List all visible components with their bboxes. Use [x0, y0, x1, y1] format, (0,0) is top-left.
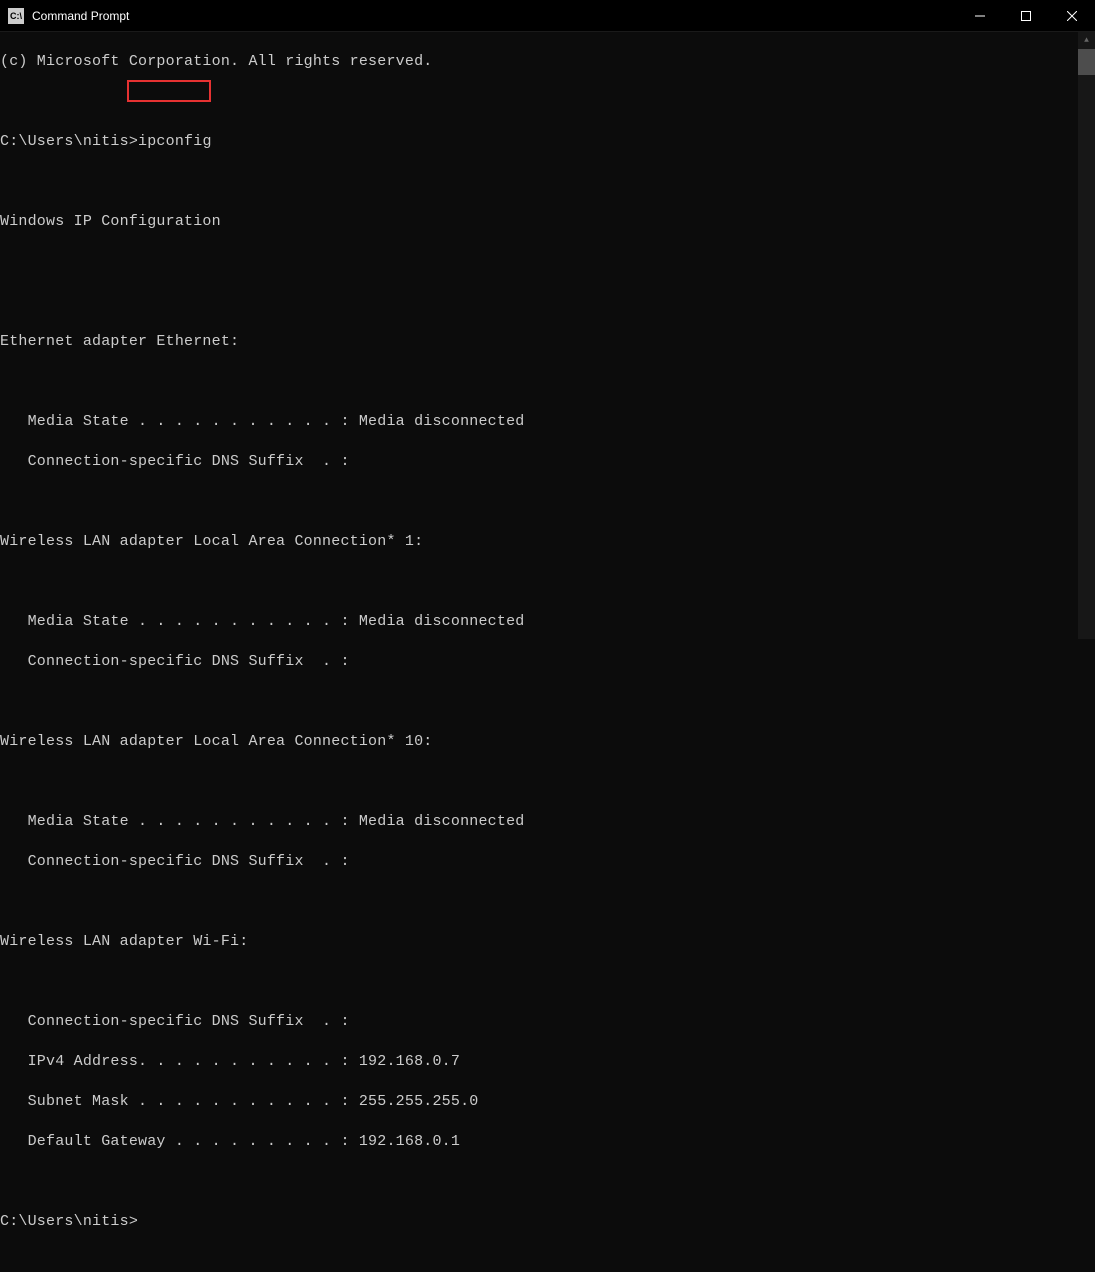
adapter-ethernet-media: Media State . . . . . . . . . . . : Medi… — [0, 412, 1078, 432]
prompt-ready: C:\Users\nitis> — [0, 1212, 1078, 1232]
vertical-scrollbar[interactable]: ▲ — [1078, 32, 1095, 639]
adapter-lac10-dns: Connection-specific DNS Suffix . : — [0, 852, 1078, 872]
maximize-icon — [1021, 11, 1031, 21]
copyright-line: (c) Microsoft Corporation. All rights re… — [0, 52, 1078, 72]
prompt-path: C:\Users\nitis> — [0, 133, 138, 150]
adapter-ethernet-title: Ethernet adapter Ethernet: — [0, 332, 1078, 352]
adapter-ethernet-dns: Connection-specific DNS Suffix . : — [0, 452, 1078, 472]
adapter-lac1-dns: Connection-specific DNS Suffix . : — [0, 652, 1078, 672]
maximize-button[interactable] — [1003, 0, 1049, 31]
ipconfig-header: Windows IP Configuration — [0, 212, 1078, 232]
window-controls — [957, 0, 1095, 31]
typed-command: ipconfig — [138, 133, 212, 150]
adapter-lac1-media: Media State . . . . . . . . . . . : Medi… — [0, 612, 1078, 632]
adapter-lac1-title: Wireless LAN adapter Local Area Connecti… — [0, 532, 1078, 552]
minimize-icon — [975, 11, 985, 21]
adapter-wifi-ipv4: IPv4 Address. . . . . . . . . . . : 192.… — [0, 1052, 1078, 1072]
scrollbar-thumb[interactable] — [1078, 49, 1095, 75]
adapter-lac10-media: Media State . . . . . . . . . . . : Medi… — [0, 812, 1078, 832]
adapter-wifi-title: Wireless LAN adapter Wi-Fi: — [0, 932, 1078, 952]
minimize-button[interactable] — [957, 0, 1003, 31]
titlebar[interactable]: C:\ Command Prompt — [0, 0, 1095, 32]
scroll-up-arrow-icon[interactable]: ▲ — [1078, 32, 1095, 49]
close-icon — [1067, 11, 1077, 21]
cmd-icon: C:\ — [8, 8, 24, 24]
close-button[interactable] — [1049, 0, 1095, 31]
adapter-wifi-mask: Subnet Mask . . . . . . . . . . . : 255.… — [0, 1092, 1078, 1112]
window-title: Command Prompt — [32, 9, 957, 23]
terminal-output[interactable]: (c) Microsoft Corporation. All rights re… — [0, 32, 1078, 639]
adapter-lac10-title: Wireless LAN adapter Local Area Connecti… — [0, 732, 1078, 752]
adapter-wifi-gateway: Default Gateway . . . . . . . . . : 192.… — [0, 1132, 1078, 1152]
adapter-wifi-dns: Connection-specific DNS Suffix . : — [0, 1012, 1078, 1032]
